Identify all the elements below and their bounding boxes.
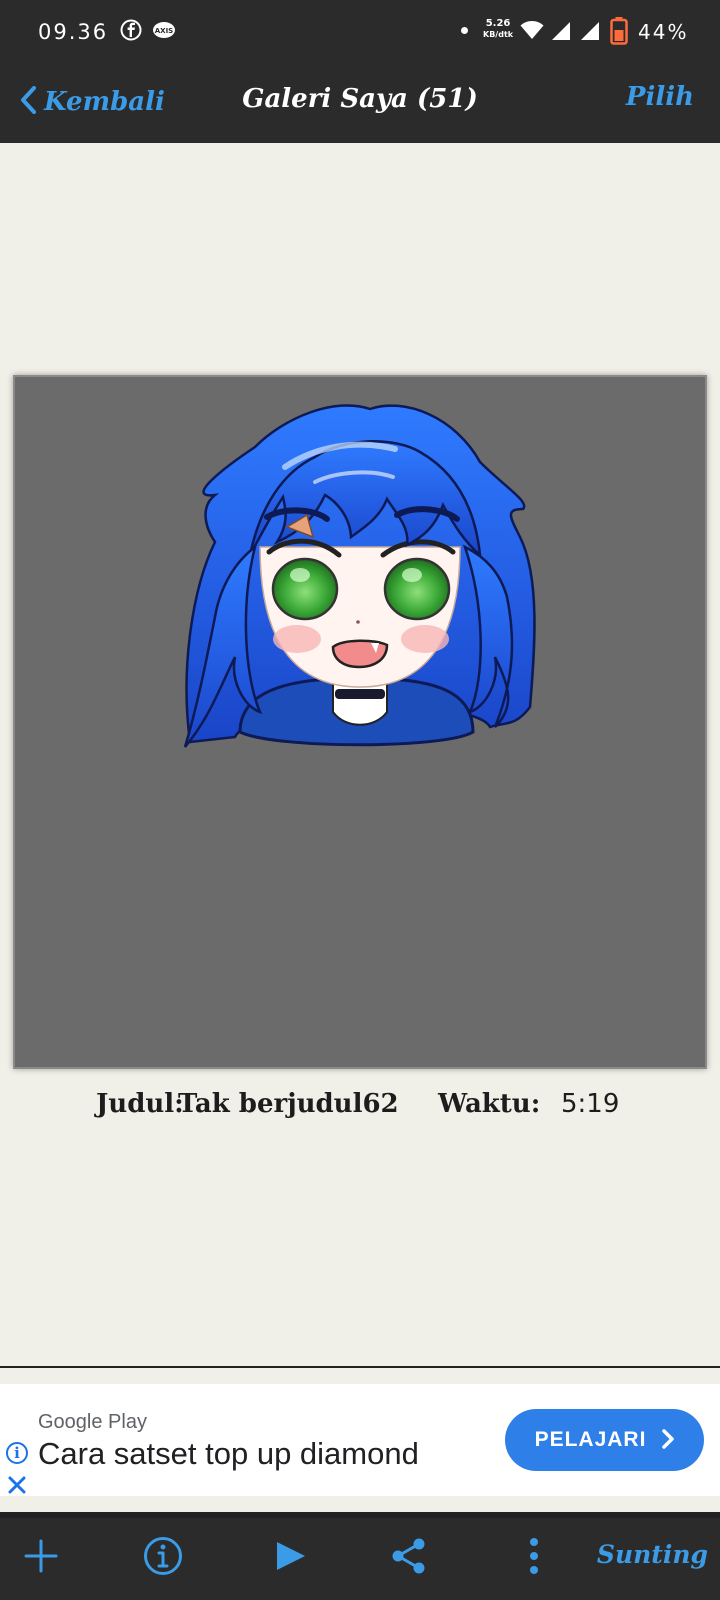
page-title: Galeri Saya (51)	[242, 84, 478, 114]
share-icon	[390, 1537, 428, 1580]
title-label: Judul:	[96, 1089, 184, 1119]
signal-icon-2	[580, 21, 600, 46]
info-icon	[143, 1536, 183, 1581]
network-speed: 5.26 KB/dtk	[483, 18, 513, 40]
close-icon[interactable]	[6, 1474, 28, 1496]
notification-dot	[461, 27, 468, 34]
status-bar: 09.36 AXIS 5.26 KB/dtk 44%	[0, 0, 720, 62]
play-icon	[273, 1539, 307, 1578]
battery-icon	[610, 17, 628, 50]
time-label: Waktu:	[438, 1089, 541, 1119]
ad-banner[interactable]: Google Play Cara satset top up diamond i…	[0, 1384, 720, 1496]
ad-source: Google Play	[38, 1411, 147, 1433]
battery-percent: 44%	[638, 20, 689, 44]
time-value: 5:19	[561, 1089, 620, 1119]
artwork-info: Judul: Tak berjudul62 Waktu: 5:19	[0, 1085, 720, 1125]
more-options-button[interactable]	[508, 1532, 560, 1584]
wifi-icon	[520, 20, 544, 45]
more-vertical-icon	[528, 1537, 540, 1580]
edit-button[interactable]: Sunting	[597, 1540, 708, 1569]
select-button[interactable]: Pilih	[626, 82, 694, 112]
artwork-preview[interactable]	[13, 375, 707, 1069]
signal-icon-1	[551, 21, 571, 46]
status-time: 09.36	[38, 20, 109, 44]
svg-text:AXIS: AXIS	[155, 27, 173, 35]
share-button[interactable]	[383, 1532, 435, 1584]
add-button[interactable]	[15, 1532, 67, 1584]
top-bar: 09.36 AXIS 5.26 KB/dtk 44% Kembali Galer…	[0, 0, 720, 143]
navigation-bar: Kembali Galeri Saya (51) Pilih	[0, 62, 720, 143]
bottom-toolbar: Sunting	[0, 1518, 720, 1600]
ad-headline[interactable]: Cara satset top up diamond	[38, 1436, 419, 1472]
ad-cta-label: PELAJARI	[534, 1428, 647, 1451]
title-value: Tak berjudul62	[178, 1089, 399, 1119]
chevron-right-icon	[662, 1425, 675, 1456]
ad-info-icon[interactable]: i	[6, 1442, 28, 1464]
play-button[interactable]	[264, 1532, 316, 1584]
axis-notification-icon: AXIS	[152, 21, 176, 44]
info-button[interactable]	[137, 1532, 189, 1584]
ad-divider	[0, 1366, 720, 1368]
chibi-character-illustration	[183, 404, 536, 748]
plus-icon	[24, 1539, 58, 1578]
screen: 09.36 AXIS 5.26 KB/dtk 44% Kembali Galer…	[0, 0, 720, 1600]
network-speed-value: 5.26	[485, 18, 511, 29]
network-speed-unit: KB/dtk	[483, 30, 514, 39]
facebook-icon	[120, 19, 142, 46]
ad-cta-button[interactable]: PELAJARI	[505, 1409, 704, 1471]
